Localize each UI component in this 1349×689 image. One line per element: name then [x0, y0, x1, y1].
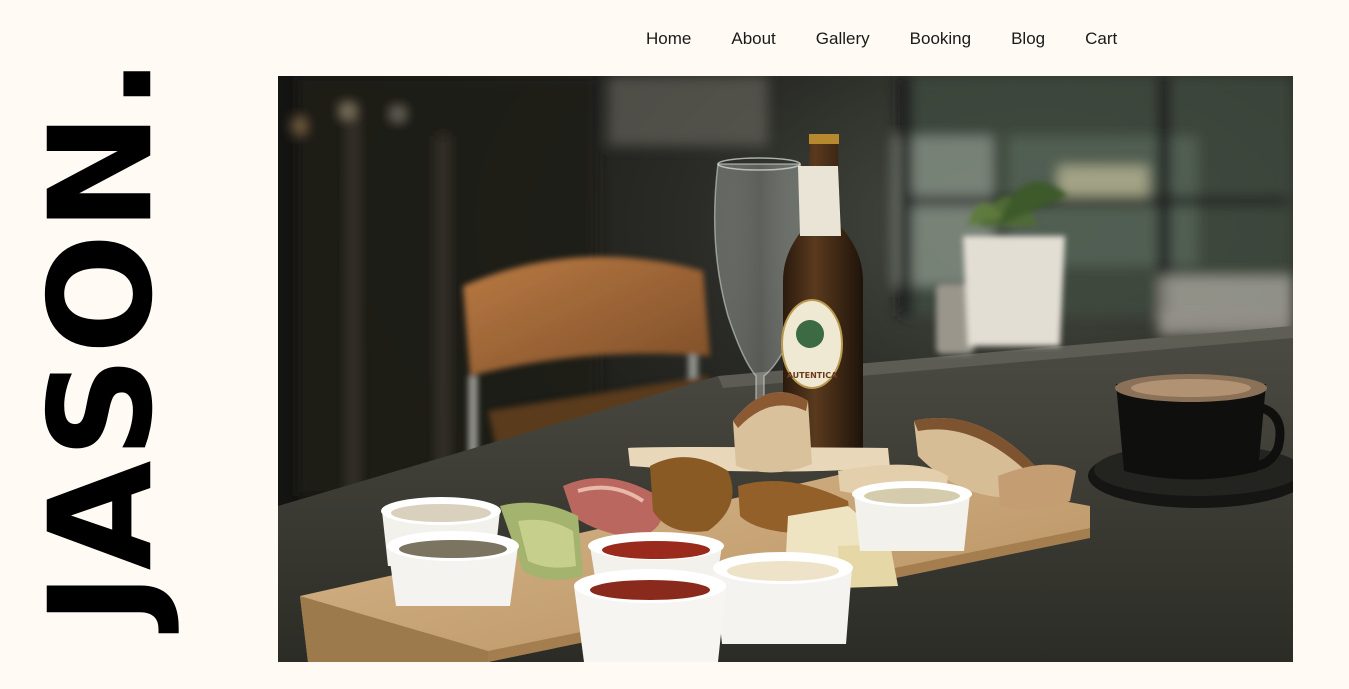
bottle-label-text: AUTENTICA	[787, 371, 838, 380]
brand-logo-text: JASON.	[19, 54, 185, 626]
nav-item-home[interactable]: Home	[646, 28, 691, 50]
nav-item-booking[interactable]: Booking	[910, 28, 971, 50]
hero-image: AUTENTICA	[278, 76, 1293, 662]
brand-logo[interactable]: JASON.	[19, 55, 184, 626]
main-nav: Home About Gallery Booking Blog Cart	[646, 28, 1117, 50]
nav-item-cart[interactable]: Cart	[1085, 28, 1117, 50]
nav-item-gallery[interactable]: Gallery	[816, 28, 870, 50]
nav-item-blog[interactable]: Blog	[1011, 28, 1045, 50]
page: JASON. Home About Gallery Booking Blog C…	[0, 0, 1349, 689]
hero-photo-illustration: AUTENTICA	[278, 76, 1293, 662]
nav-item-about[interactable]: About	[731, 28, 775, 50]
